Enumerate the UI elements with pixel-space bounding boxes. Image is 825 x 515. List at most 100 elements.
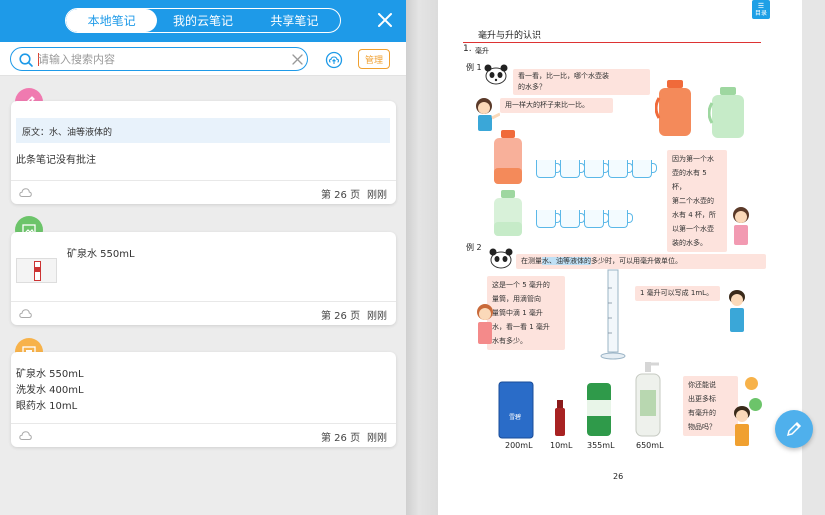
cup	[560, 210, 585, 228]
note-time: 刚刚	[367, 190, 387, 201]
answer-bubble: 用一样大的杯子来比一比。	[500, 98, 613, 113]
note-time: 刚刚	[367, 433, 387, 444]
note-page: 第 26 页	[321, 311, 361, 322]
reason-bubble: 因为第一个水 壶的水有 5 杯， 第二个水壶的 水有 4 杯，所 以第一个水壶 …	[667, 150, 727, 252]
bubble-line: 壶的水有 5 杯，	[672, 169, 707, 191]
book-spine	[406, 0, 438, 515]
note-edit-button[interactable]	[775, 410, 813, 448]
search-input[interactable]	[38, 50, 288, 68]
measuring-cylinder	[600, 269, 626, 360]
panda-illustration	[489, 248, 513, 269]
bubble-line: 水，看一看 1 毫升	[492, 323, 550, 331]
bubble-line: 装的水多。	[672, 239, 707, 247]
example-2-label: 例 2	[466, 243, 482, 252]
cup	[608, 160, 633, 178]
note-footer: 第 26 页 刚刚	[11, 301, 396, 325]
section-number: 1.	[463, 44, 472, 54]
toc-label: 目录	[754, 9, 767, 17]
bubble-line: 出更多标	[688, 395, 716, 403]
bubble-line: 以第一个水壶	[672, 225, 714, 233]
girl-illustration	[733, 207, 749, 245]
bubble-line: 物品吗？	[688, 423, 716, 431]
bubble-line: 你还能说	[688, 381, 716, 389]
chapter-title: 毫升与升的认识	[478, 31, 542, 41]
bubble-line: 量筒中滴 1 毫升	[492, 309, 543, 317]
bubble-line: 第二个水壶的	[672, 197, 714, 205]
tab-cloud-notes[interactable]: 我的云笔记	[157, 9, 248, 32]
cup	[536, 210, 561, 228]
note-page: 第 26 页	[321, 433, 361, 444]
cup	[608, 210, 633, 228]
cup	[536, 160, 561, 178]
bubble-line: 因为第一个水	[672, 155, 714, 163]
highlighted-text[interactable]: 水、油等液体的	[542, 257, 591, 265]
notes-panel: 本地笔记 我的云笔记 共享笔记 管理 原	[0, 0, 406, 515]
note-thumbnail	[16, 258, 57, 283]
statement-text: 在测量	[521, 257, 542, 265]
toc-icon[interactable]: ☰ 目录	[752, 0, 770, 19]
orange-kettle	[655, 80, 691, 136]
search-bar: 管理	[0, 42, 406, 76]
bubble-line: 这是一个 5 毫升的	[492, 281, 550, 289]
bubble-line: 的水多？	[518, 83, 546, 91]
bubble-line: 看一看，比一比，哪个水壶装	[518, 72, 609, 80]
clear-icon[interactable]	[291, 53, 304, 66]
notes-tab-group: 本地笔记 我的云笔记 共享笔记	[65, 8, 341, 33]
statement-bubble: 在测量水、油等液体的多少时，可以用毫升做单位。	[516, 254, 766, 269]
note-time: 刚刚	[367, 311, 387, 322]
bubble-line: 水有多少。	[492, 337, 527, 345]
note-comment: 此条笔记没有批注	[16, 155, 96, 166]
cup	[584, 210, 609, 228]
product-label: 雪碧	[508, 414, 521, 421]
soda-can	[587, 383, 611, 436]
note-card[interactable]: 矿泉水 550mL 洗发水 400mL 眼药水 10mL 第 26 页 刚刚	[11, 352, 396, 447]
note-page: 第 26 页	[321, 190, 361, 201]
green-kettle	[708, 87, 744, 138]
product-volume: 200mL	[505, 441, 533, 450]
note-footer: 第 26 页 刚刚	[11, 180, 396, 204]
note-card[interactable]: 原文：水、油等液体的 此条笔记没有批注 第 26 页 刚刚	[11, 101, 396, 204]
cup	[632, 160, 657, 178]
note-card[interactable]: 矿泉水 550mL 第 26 页 刚刚	[11, 232, 396, 325]
note-line: 眼药水 10mL	[16, 401, 78, 412]
note-comment: 矿泉水 550mL	[67, 249, 135, 260]
orange-kettle	[494, 130, 522, 184]
search-box	[10, 47, 308, 71]
cloud-upload-icon[interactable]	[325, 51, 343, 69]
boy-illustration	[734, 406, 750, 446]
notes-header: 本地笔记 我的云笔记 共享笔记	[0, 0, 406, 42]
boy-illustration	[729, 290, 745, 332]
tab-local-notes[interactable]: 本地笔记	[66, 9, 158, 32]
product-volume: 355mL	[587, 441, 615, 450]
panda-illustration	[484, 64, 508, 85]
manage-button[interactable]: 管理	[358, 49, 390, 69]
pencil-icon	[786, 421, 802, 437]
close-icon[interactable]	[375, 10, 395, 30]
example-1-label: 例 1	[466, 63, 482, 72]
cloud-icon[interactable]	[19, 430, 32, 441]
girl-illustration	[477, 304, 493, 344]
question-bubble: 看一看，比一比，哪个水壶装 的水多？	[513, 69, 650, 95]
cup	[560, 160, 585, 178]
eye-drop-bottle	[555, 400, 565, 436]
shampoo-bottle	[635, 362, 661, 437]
search-icon	[19, 53, 33, 67]
image-note-marker-icon[interactable]	[745, 377, 758, 390]
statement-text: 多少时，可以用毫升做单位。	[591, 257, 682, 265]
bubble-line: 水有 4 杯，所	[672, 211, 716, 219]
section-subtitle: 毫升	[475, 47, 489, 55]
green-kettle	[494, 190, 522, 236]
cloud-icon[interactable]	[19, 308, 32, 319]
note-line: 矿泉水 550mL	[16, 369, 84, 380]
ml-bubble: 1 毫升可以写成 1mL。	[635, 286, 720, 301]
note-footer: 第 26 页 刚刚	[11, 423, 396, 447]
product-volume: 650mL	[636, 441, 664, 450]
cloud-icon[interactable]	[19, 187, 32, 198]
page-number: 26	[613, 472, 624, 481]
product-volume: 10mL	[550, 441, 573, 450]
water-bag-illustration	[498, 381, 534, 439]
note-quote: 原文：水、油等液体的	[16, 118, 390, 143]
title-underline	[463, 42, 761, 43]
note-line: 洗发水 400mL	[16, 385, 84, 396]
tab-shared-notes[interactable]: 共享笔记	[249, 9, 340, 32]
